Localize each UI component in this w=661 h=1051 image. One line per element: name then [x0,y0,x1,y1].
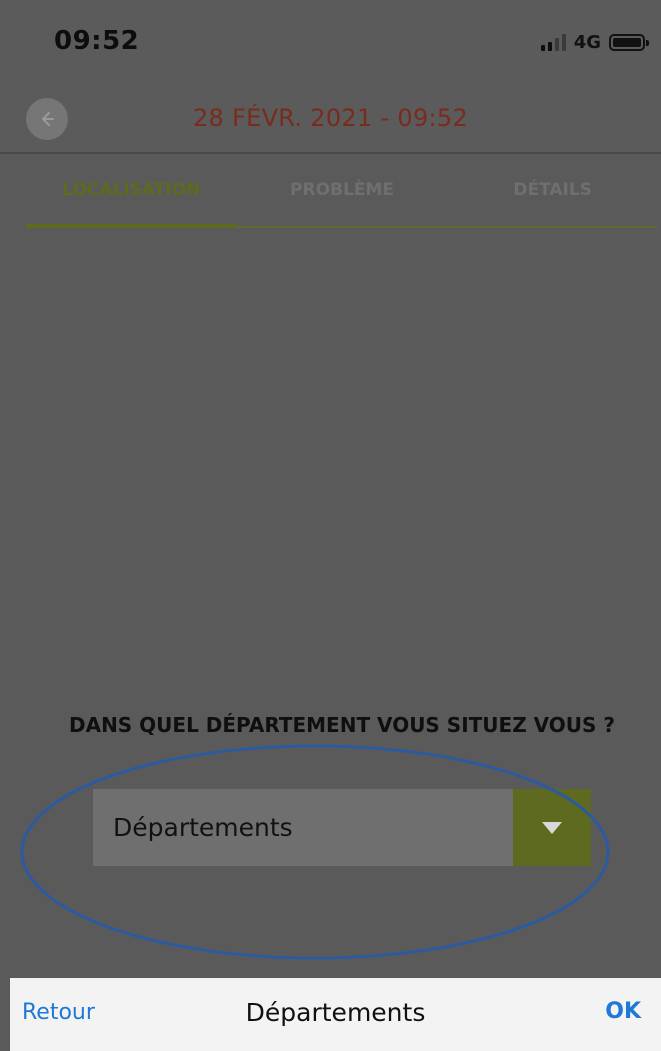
picker-toolbar: Retour Départements OK [10,978,661,1051]
header: 28 FÉVR. 2021 - 09:52 [0,90,661,154]
status-bar: 09:52 4G [0,0,661,90]
department-select-value[interactable]: Départements [93,789,513,866]
status-indicators: 4G [540,30,649,54]
department-select[interactable]: Départements [93,789,591,866]
picker-ok-button[interactable]: OK [605,999,641,1024]
page-title: 28 FÉVR. 2021 - 09:52 [192,104,469,132]
status-time: 09:52 [54,26,140,56]
battery-icon [609,33,649,51]
content-panel [26,228,658,980]
cellular-signal-icon [540,33,566,51]
dropdown-button[interactable] [513,789,591,866]
network-type: 4G [573,31,601,53]
tab-bar: LOCALISATION PROBLÈME DÉTAILS [26,166,658,228]
app-screen: 09:52 4G 28 FÉVR. 2021 - 09:52 LOCALISAT… [0,0,661,1051]
tab-details[interactable]: DÉTAILS [447,166,658,226]
department-question: DANS QUEL DÉPARTEMENT VOUS SITUEZ VOUS ? [68,713,615,737]
tab-localisation[interactable]: LOCALISATION [26,166,237,228]
picker-title: Départements [245,998,426,1027]
triangle-down-icon [542,821,562,834]
tab-probleme[interactable]: PROBLÈME [237,166,448,226]
